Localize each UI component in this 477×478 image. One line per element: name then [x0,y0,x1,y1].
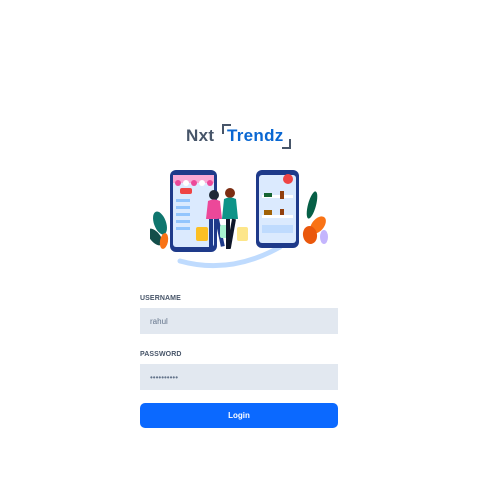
right-phone-icon [256,170,299,248]
shopping-illustration [150,170,328,269]
left-plant-icon [150,211,169,249]
login-button[interactable]: Login [140,403,338,428]
logo-text-trendz: Trendz [227,126,284,145]
username-input[interactable]: rahul [140,308,338,334]
password-label: PASSWORD [140,351,182,358]
password-input[interactable]: •••••••••• [140,364,338,390]
shopper-figure-icon [222,188,248,249]
logo-text-nxt: Nxt [186,126,215,145]
login-form: USERNAME rahul PASSWORD •••••••••• Login [140,294,338,428]
logo-bracket-bottom-right [282,139,291,149]
right-plant-icon [302,191,328,244]
username-label: USERNAME [140,295,181,302]
website-logo: Nxt Trendz [186,122,296,150]
login-page: Nxt Trendz USERNAME rahul PASSWORD •••••… [0,0,477,478]
